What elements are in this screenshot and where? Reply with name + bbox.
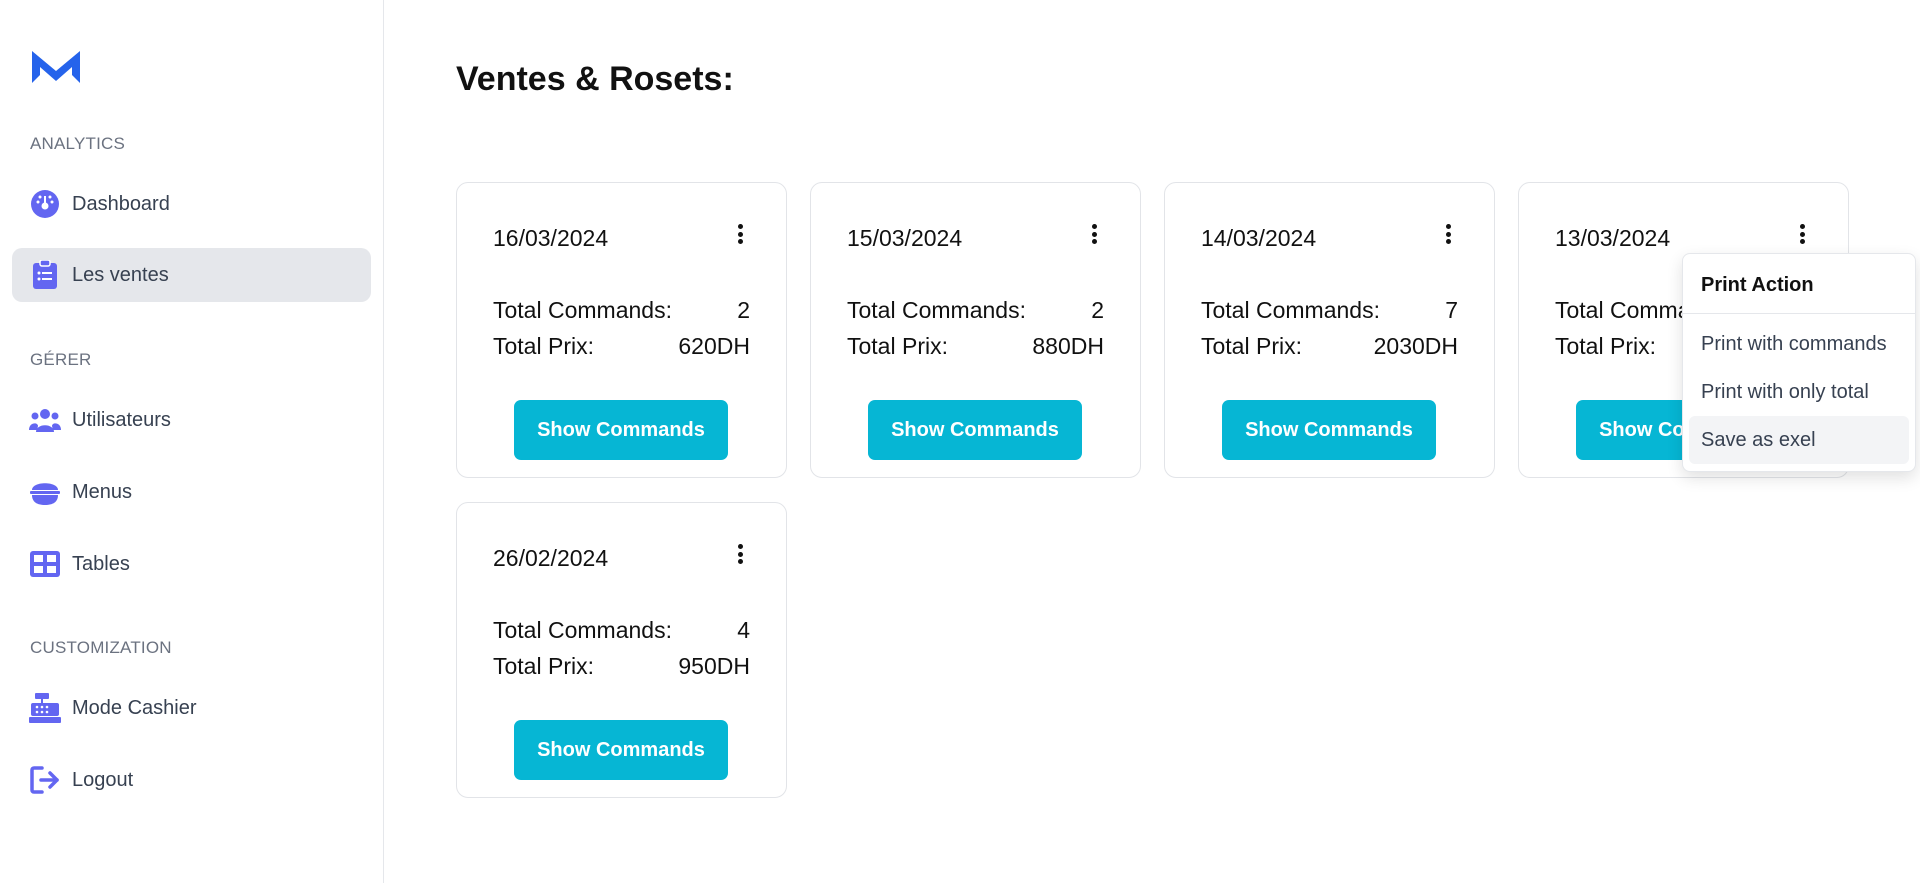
kebab-menu-icon[interactable] [732, 541, 748, 567]
card-date: 16/03/2024 [493, 225, 609, 251]
total-prix-row: Total Prix: 2030DH [1201, 333, 1458, 360]
show-commands-button[interactable]: Show Commands [1222, 400, 1436, 460]
print-with-commands-item[interactable]: Print with commands [1689, 320, 1909, 368]
show-commands-button[interactable]: Show Commands [514, 400, 728, 460]
total-commands-value: 2 [1091, 297, 1104, 323]
sidebar-item-label: Logout [72, 768, 134, 791]
total-prix-label: Total Prix: [1201, 333, 1302, 359]
sidebar-item-dashboard[interactable]: Dashboard [12, 177, 371, 231]
total-prix-row: Total Prix: 950DH [493, 653, 750, 680]
sales-card: 26/02/2024 Total Commands: 4 Total Prix:… [456, 502, 787, 798]
app-logo[interactable] [30, 45, 82, 87]
card-date: 14/03/2024 [1201, 225, 1317, 251]
total-commands-value: 4 [737, 617, 750, 643]
total-prix-value: 950DH [678, 653, 750, 679]
total-commands-row: Total Commands: 2 [493, 297, 750, 324]
total-commands-value: 2 [737, 297, 750, 323]
section-label-customization: CUSTOMIZATION [30, 638, 172, 657]
total-prix-row: Total Prix: 880DH [847, 333, 1104, 360]
sidebar-item-menus[interactable]: Menus [12, 465, 371, 519]
sidebar-item-label: Menus [72, 480, 133, 503]
sidebar-item-label: Les ventes [72, 263, 169, 286]
total-commands-label: Total Commands: [493, 617, 672, 643]
sidebar-item-label: Mode Cashier [72, 696, 197, 719]
save-as-exel-item[interactable]: Save as exel [1689, 416, 1909, 464]
users-icon [29, 404, 61, 436]
kebab-menu-icon[interactable] [1440, 221, 1456, 247]
show-commands-button[interactable]: Show Commands [514, 720, 728, 780]
card-date: 26/02/2024 [493, 545, 609, 571]
sidebar-item-label: Dashboard [72, 192, 170, 215]
total-prix-value: 880DH [1032, 333, 1104, 359]
total-prix-label: Total Prix: [1555, 333, 1656, 359]
total-prix-label: Total Prix: [493, 653, 594, 679]
total-commands-row: Total Commands: 7 [1201, 297, 1458, 324]
kebab-menu-icon[interactable] [732, 221, 748, 247]
sidebar-item-logout[interactable]: Logout [12, 753, 371, 807]
sales-card: 16/03/2024 Total Commands: 2 Total Prix:… [456, 182, 787, 478]
sidebar-item-les-ventes[interactable]: Les ventes [12, 248, 371, 302]
dropdown-header: Print Action [1683, 260, 1915, 314]
card-date: 13/03/2024 [1555, 225, 1671, 251]
cash-register-icon [29, 692, 61, 724]
sidebar-item-tables[interactable]: Tables [12, 537, 371, 591]
sidebar-item-label: Tables [72, 552, 130, 575]
logout-icon [29, 764, 61, 796]
total-commands-label: Total Commands: [1201, 297, 1380, 323]
total-prix-value: 620DH [678, 333, 750, 359]
total-commands-row: Total Commands: 4 [493, 617, 750, 644]
total-prix-row: Total Prix: 620DH [493, 333, 750, 360]
sales-card: 15/03/2024 Total Commands: 2 Total Prix:… [810, 182, 1141, 478]
clipboard-list-icon [29, 259, 61, 291]
sidebar-item-label: Utilisateurs [72, 408, 171, 431]
sales-card: 14/03/2024 Total Commands: 7 Total Prix:… [1164, 182, 1495, 478]
dashboard-gauge-icon [29, 188, 61, 220]
show-commands-button[interactable]: Show Commands [868, 400, 1082, 460]
table-grid-icon [29, 548, 61, 580]
sidebar-item-mode-cashier[interactable]: Mode Cashier [12, 681, 371, 735]
kebab-menu-icon[interactable] [1086, 221, 1102, 247]
sidebar-item-utilisateurs[interactable]: Utilisateurs [12, 393, 371, 447]
print-action-dropdown: Print Action Print with commands Print w… [1682, 253, 1916, 472]
total-commands-label: Total Commands: [847, 297, 1026, 323]
food-bowl-icon [29, 476, 61, 508]
total-commands-row: Total Commands: 2 [847, 297, 1104, 324]
print-with-only-total-item[interactable]: Print with only total [1689, 368, 1909, 416]
card-date: 15/03/2024 [847, 225, 963, 251]
kebab-menu-icon[interactable] [1794, 221, 1810, 247]
total-commands-value: 7 [1445, 297, 1458, 323]
total-prix-value: 2030DH [1373, 333, 1458, 359]
total-prix-label: Total Prix: [847, 333, 948, 359]
sidebar: ANALYTICS Dashboard Les ventes GÉRER Uti… [0, 0, 384, 883]
section-label-analytics: ANALYTICS [30, 134, 126, 153]
page-title: Ventes & Rosets: [456, 60, 734, 98]
total-prix-label: Total Prix: [493, 333, 594, 359]
section-label-gerer: GÉRER [30, 350, 92, 369]
total-commands-label: Total Commands: [493, 297, 672, 323]
